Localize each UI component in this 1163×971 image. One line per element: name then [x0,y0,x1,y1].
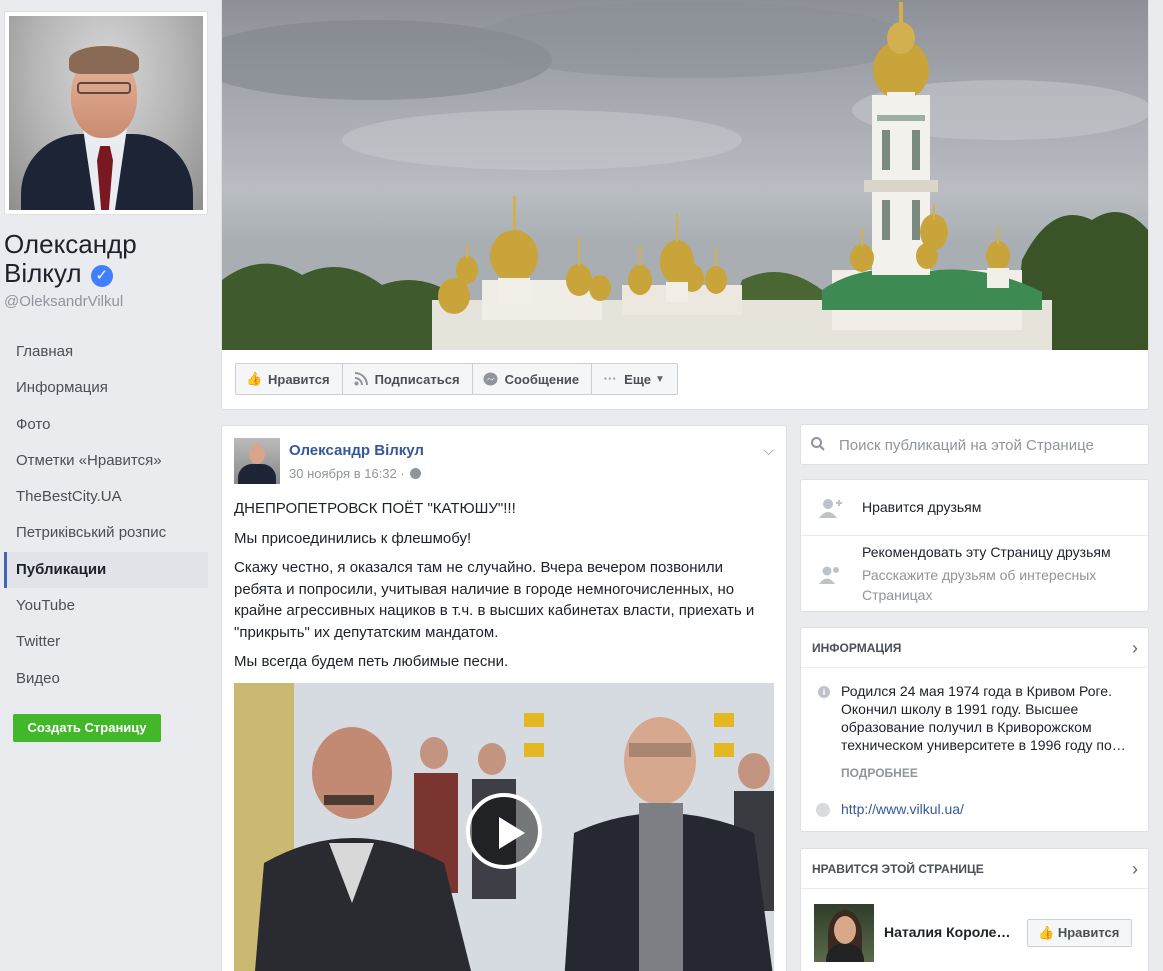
info-icon: i [818,686,830,698]
nav-item-about[interactable]: Информация [4,370,208,406]
page-title[interactable]: Олександр Вілкул ✓ [4,230,214,288]
post-timestamp: 30 ноября в 16:32 · [289,466,422,481]
add-friend-icon [819,498,843,518]
nav-item-likes[interactable]: Отметки «Нравится» [4,443,208,479]
profile-photo [9,16,203,210]
nav-item-posts[interactable]: Публикации [4,551,208,589]
post-paragraph: Скажу честно, я оказался там не случайно… [234,559,755,641]
messenger-icon [483,372,499,386]
ellipsis-icon: ··· [603,371,617,386]
liked-page-name[interactable]: Наталия Короле… [884,924,1024,940]
search-icon [811,437,825,451]
post-video[interactable] [234,683,774,971]
nav-item-videos[interactable]: Видео [4,661,208,697]
nav-item-home[interactable]: Главная [4,334,208,370]
page-name-text: Олександр Вілкул [4,229,137,288]
more-actions-button[interactable]: ··· Еще ▼ [592,364,677,394]
like-page-button[interactable]: 👍 Нравится [236,364,343,394]
friends-like-label: Нравится друзьям [862,499,982,515]
post-options-chevron-icon[interactable]: ⌵ [763,442,774,459]
post-body: ДНЕПРОПЕТРОВСК ПОЁТ "КАТЮШУ"!!! Мы присо… [234,498,774,681]
post-paragraph: Мы присоединились к флешмобу! [234,529,472,547]
nav-item-thebestcity[interactable]: TheBestCity.UA [4,479,208,515]
cover-illustration [222,2,1148,350]
post-search-box[interactable]: Поиск публикаций на этой Странице [800,424,1149,465]
post-author-name[interactable]: Олександр Вілкул [289,442,424,459]
about-card-title: ИНФОРМАЦИЯ [812,641,902,655]
page-actions: 👍 Нравится Подписаться Сообщение ··· Еще… [235,363,678,395]
page-likes-card: НРАВИТСЯ ЭТОЙ СТРАНИЦЕ › Наталия Короле…… [800,848,1149,971]
page-likes-title: НРАВИТСЯ ЭТОЙ СТРАНИЦЕ [812,862,984,876]
friends-icon [819,564,843,584]
post-date[interactable]: 30 ноября в 16:32 · [289,466,405,481]
cover-card: 👍 Нравится Подписаться Сообщение ··· Еще… [221,0,1149,410]
liked-page-like-button[interactable]: 👍 Нравится [1027,919,1132,947]
post-paragraph: Мы всегда будем петь любимые песни. [234,653,509,670]
nav-item-photos[interactable]: Фото [4,407,208,443]
about-bio: Родился 24 мая 1974 года в Кривом Роге. … [841,683,1126,753]
chevron-right-icon: › [1132,638,1138,658]
about-card-header[interactable]: ИНФОРМАЦИЯ › [801,628,1148,668]
cover-photo[interactable] [222,0,1148,350]
play-icon[interactable] [466,793,542,869]
nav-item-twitter[interactable]: Twitter [4,624,208,660]
post-paragraph: ДНЕПРОПЕТРОВСК ПОЁТ "КАТЮШУ"!!! [234,500,516,517]
about-card: ИНФОРМАЦИЯ › i Родился 24 мая 1974 года … [800,627,1149,832]
message-button[interactable]: Сообщение [473,364,593,394]
post-card: Олександр Вілкул 30 ноября в 16:32 · ⌵ Д… [221,425,787,971]
follow-page-button[interactable]: Подписаться [343,364,473,394]
rss-icon [353,372,369,386]
liked-page-avatar[interactable] [814,904,874,962]
recommend-subtext: Расскажите друзьям об интересных Страниц… [862,567,1097,603]
about-more-link[interactable]: ПОДРОБНЕЕ [841,766,918,780]
page-username[interactable]: @OleksandrVilkul [4,293,123,310]
globe-icon [410,468,422,479]
thumbs-up-icon: 👍 [1038,925,1055,940]
recommend-label: Рекомендовать эту Страницу друзьям [862,544,1111,560]
nav-item-youtube[interactable]: YouTube [4,588,208,624]
recommend-row[interactable]: Рекомендовать эту Страницу друзьям Расск… [801,536,1148,612]
profile-picture[interactable] [4,11,208,215]
globe-icon [816,803,830,817]
chevron-right-icon: › [1132,859,1138,879]
post-author-avatar[interactable] [234,438,280,484]
page-navigation: Главная Информация Фото Отметки «Нравитс… [4,334,208,697]
website-link[interactable]: http://www.vilkul.ua/ [841,801,964,817]
verified-badge-icon: ✓ [90,265,113,287]
thumbs-up-icon: 👍 [246,371,263,386]
search-placeholder: Поиск публикаций на этой Странице [839,437,1094,454]
nav-item-petrykivka[interactable]: Петриківський розпис [4,515,208,551]
friends-like-row[interactable]: Нравится друзьям [801,480,1148,536]
caret-down-icon: ▼ [655,373,665,385]
create-page-button[interactable]: Создать Страницу [13,714,161,742]
page-likes-header[interactable]: НРАВИТСЯ ЭТОЙ СТРАНИЦЕ › [801,849,1148,889]
friends-card: Нравится друзьям Рекомендовать эту Стран… [800,479,1149,612]
